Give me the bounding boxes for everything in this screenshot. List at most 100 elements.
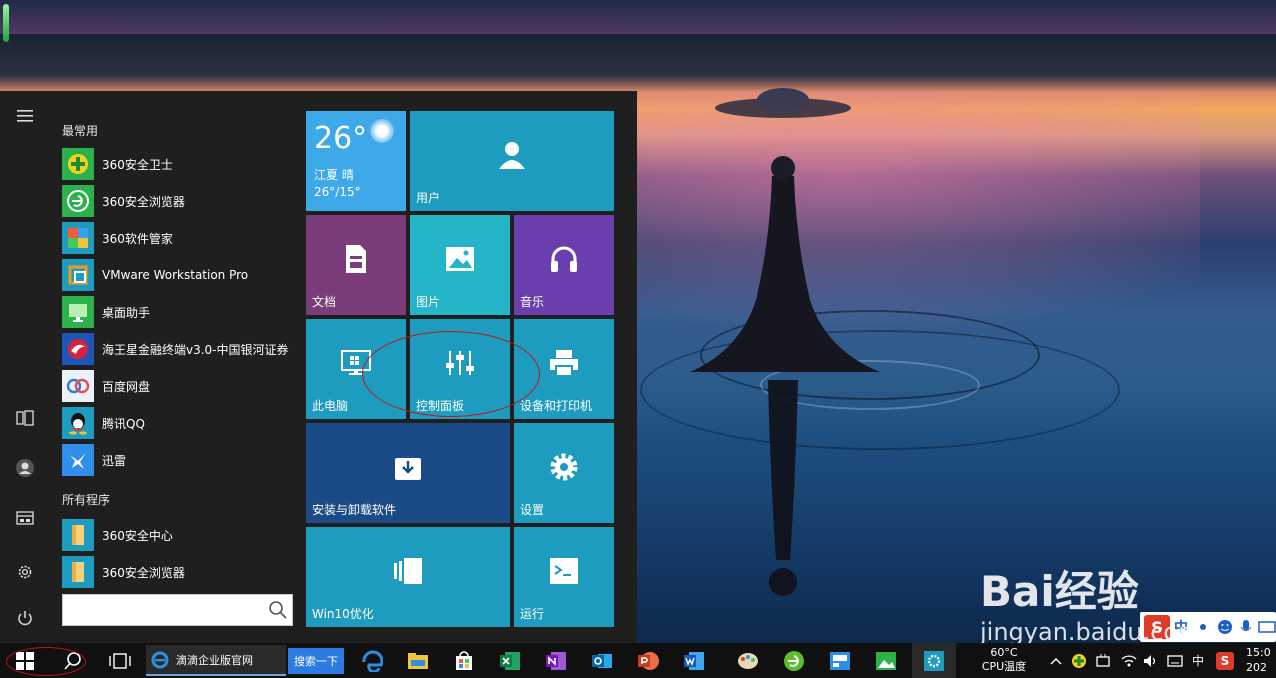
- vmware-icon: [62, 259, 94, 291]
- baidu-jingyan-watermark: Bai经验 jingyan.baidu.com: [980, 540, 1260, 646]
- app-label: 海王星金融终端v3.0-中国银河证券: [102, 342, 289, 357]
- taskbar-ie-window[interactable]: 滴滴企业版官网: [146, 645, 286, 676]
- sogou-ime-icon: S: [1216, 651, 1234, 670]
- all-programs-heading: 所有程序: [62, 493, 111, 507]
- list-item-desktop-assistant[interactable]: 桌面助手: [62, 295, 294, 329]
- taskbar-onenote[interactable]: [536, 643, 576, 678]
- annotation-circle-control-panel: [362, 331, 540, 417]
- list-item-360-software-manager[interactable]: 360软件管家: [62, 221, 294, 255]
- list-item-vmware[interactable]: VMware Workstation Pro: [62, 258, 294, 292]
- onenote-icon: [546, 651, 566, 670]
- tray-battery[interactable]: [1092, 643, 1114, 678]
- cpu-temp-label: CPU温度: [981, 660, 1027, 673]
- ie-icon: [151, 651, 169, 668]
- clock-date: 202: [1246, 661, 1267, 674]
- 360-software-manager-icon: [62, 222, 94, 254]
- gear-icon: [924, 650, 944, 671]
- tile-music[interactable]: 音乐: [514, 215, 614, 315]
- tile-label: 运行: [520, 607, 545, 621]
- list-item-360-browser-folder[interactable]: 360安全浏览器: [62, 555, 294, 589]
- taskbar-app-green[interactable]: [866, 643, 906, 678]
- power-icon: [18, 611, 32, 626]
- tray-overflow-button[interactable]: [1046, 643, 1066, 678]
- taskbar-word[interactable]: [674, 643, 714, 678]
- keyboard-icon: [1167, 654, 1183, 667]
- list-item-qq[interactable]: 腾讯QQ: [62, 406, 294, 440]
- ime-keyboard-icon[interactable]: [1258, 620, 1276, 634]
- sun-icon: [370, 119, 394, 143]
- app-label: 360安全浏览器: [102, 565, 185, 580]
- start-search-input[interactable]: [67, 599, 263, 621]
- taskbar-store[interactable]: [444, 643, 484, 678]
- tile-install-uninstall[interactable]: 安装与卸载软件: [306, 423, 510, 523]
- app-window-icon: [830, 651, 850, 670]
- picture-icon: [445, 246, 475, 272]
- taskbar-file-explorer[interactable]: [398, 643, 438, 678]
- tray-sogou[interactable]: S: [1212, 643, 1238, 678]
- taskbar-paint[interactable]: [726, 643, 770, 678]
- list-item-neptune-finance[interactable]: 海王星金融终端v3.0-中国银河证券: [62, 332, 294, 366]
- tray-keyboard[interactable]: [1164, 643, 1186, 678]
- tablet-mode-button[interactable]: [10, 403, 40, 433]
- app-label: 迅雷: [102, 453, 127, 468]
- tray-ime-mode[interactable]: 中: [1188, 643, 1208, 678]
- folder-icon: [408, 652, 428, 669]
- tile-label: Win10优化: [312, 607, 374, 621]
- list-item-360-browser[interactable]: 360安全浏览器: [62, 184, 294, 218]
- gear-icon: [548, 451, 580, 483]
- tile-label: 安装与卸载软件: [312, 503, 397, 517]
- watermark-url: jingyan.baidu.com: [980, 618, 1202, 646]
- user-account-button[interactable]: [10, 453, 40, 483]
- taskbar-search-web-button[interactable]: 搜索一下: [288, 648, 344, 674]
- 360-safe-guard-icon: [1072, 653, 1086, 668]
- install-box-icon: [393, 452, 423, 482]
- list-item-xunlei[interactable]: 迅雷: [62, 443, 294, 477]
- tile-weather[interactable]: 26° 江夏 晴 26°/15°: [306, 111, 406, 211]
- settings-button[interactable]: [10, 557, 40, 587]
- ie-window-title: 滴滴企业版官网: [176, 653, 253, 667]
- tile-settings[interactable]: 设置: [514, 423, 614, 523]
- tray-volume[interactable]: [1140, 643, 1162, 678]
- hamburger-menu-button[interactable]: [10, 101, 40, 131]
- tile-documents[interactable]: 文档: [306, 215, 406, 315]
- app-label: 360安全卫士: [102, 157, 173, 172]
- app-label: VMware Workstation Pro: [102, 268, 249, 282]
- user-circle-icon: [16, 459, 34, 477]
- clock-time: 15:0: [1246, 646, 1271, 659]
- tray-360-safe[interactable]: [1068, 643, 1090, 678]
- tile-pictures[interactable]: 图片: [410, 215, 510, 315]
- app-label: 腾讯QQ: [102, 416, 145, 431]
- tile-run[interactable]: 运行: [514, 527, 614, 627]
- app-label: 桌面助手: [102, 305, 151, 320]
- weather-temperature: 26°: [314, 121, 368, 156]
- tray-wifi[interactable]: [1118, 643, 1140, 678]
- store-icon: [456, 650, 472, 670]
- taskbar-settings[interactable]: [912, 643, 956, 678]
- neptune-finance-icon: [62, 333, 94, 365]
- list-item-360-safe-guard[interactable]: 360安全卫士: [62, 147, 294, 181]
- app-label: 百度网盘: [102, 379, 151, 394]
- taskbar-outlook[interactable]: [582, 643, 622, 678]
- document-icon: [343, 244, 369, 274]
- wifi-icon: [1121, 654, 1137, 666]
- taskbar-360-browser[interactable]: [774, 643, 814, 678]
- taskbar-app-blue[interactable]: [820, 643, 860, 678]
- tile-label: 设置: [520, 503, 545, 517]
- taskbar-clock[interactable]: 15:0 202: [1246, 645, 1276, 675]
- list-item-baidu-netdisk[interactable]: 百度网盘: [62, 369, 294, 403]
- list-item-360-security-center-folder[interactable]: 360安全中心: [62, 518, 294, 552]
- file-explorer-button[interactable]: [10, 503, 40, 533]
- task-view-button[interactable]: [98, 643, 142, 678]
- taskbar-excel[interactable]: [490, 643, 530, 678]
- word-icon: [684, 651, 704, 670]
- tile-user[interactable]: 用户: [410, 111, 614, 211]
- 360-browser-icon: [62, 185, 94, 217]
- start-rail: [0, 91, 50, 643]
- tile-win10-optimize[interactable]: Win10优化: [306, 527, 510, 627]
- taskbar-powerpoint[interactable]: [628, 643, 668, 678]
- taskbar-edge[interactable]: [352, 643, 392, 678]
- headphones-icon: [549, 245, 579, 273]
- gadget-strip: [0, 0, 12, 44]
- power-button[interactable]: [10, 603, 40, 633]
- search-icon[interactable]: [268, 600, 288, 620]
